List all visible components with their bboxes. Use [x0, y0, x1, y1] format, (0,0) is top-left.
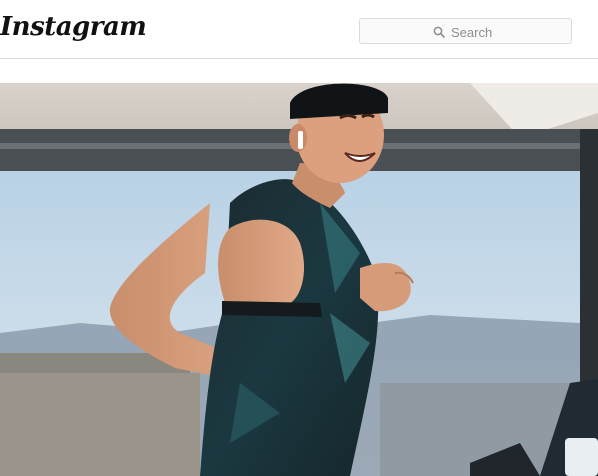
post-photo[interactable] — [0, 83, 598, 476]
search-placeholder: Search — [451, 24, 493, 40]
post-photo-illustration — [0, 83, 598, 476]
search-box[interactable]: Search — [359, 18, 572, 44]
top-navigation-bar: Instagram Search — [0, 0, 598, 59]
search-placeholder-row: Search — [433, 19, 492, 45]
feed-spacer — [0, 59, 598, 83]
instagram-logo[interactable]: Instagram — [0, 12, 147, 42]
search-icon — [433, 26, 445, 38]
